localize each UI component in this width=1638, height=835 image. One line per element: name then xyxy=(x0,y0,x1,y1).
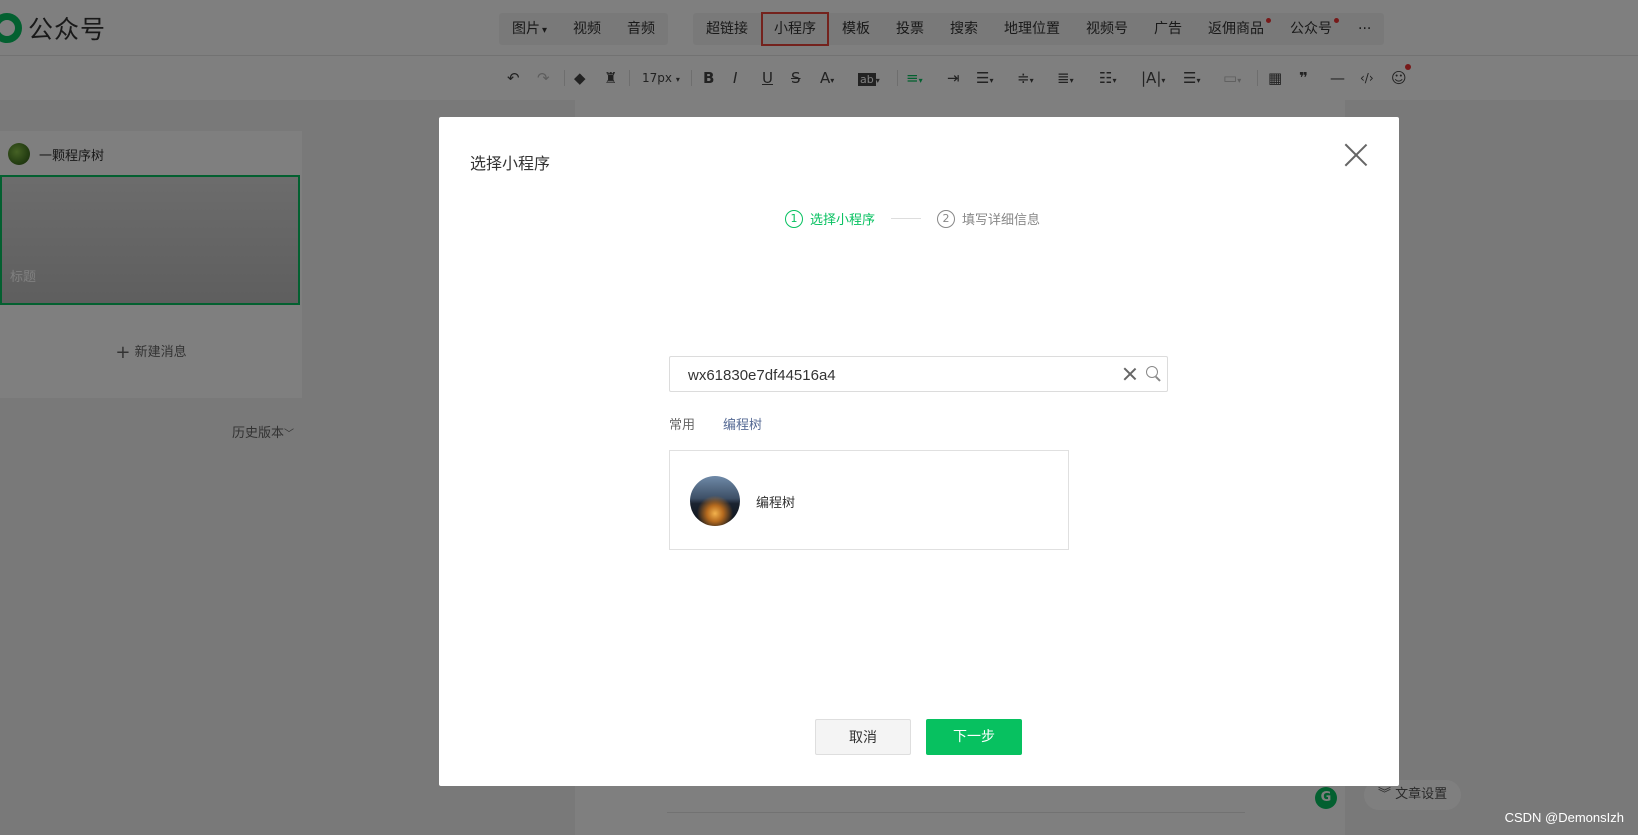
csdn-watermark: CSDN @DemonsIzh xyxy=(1504,810,1624,825)
next-step-button[interactable]: 下一步 xyxy=(926,719,1022,755)
miniprogram-search-input[interactable] xyxy=(686,357,1110,393)
close-icon[interactable] xyxy=(1343,142,1369,168)
step-label: 填写详细信息 xyxy=(962,213,1041,228)
tab-frequent[interactable]: 常用 xyxy=(669,414,695,433)
cancel-button[interactable]: 取消 xyxy=(815,719,911,755)
step-label: 选择小程序 xyxy=(810,213,876,228)
clear-icon[interactable] xyxy=(1121,365,1139,383)
miniprogram-avatar xyxy=(690,476,740,526)
miniprogram-result-card[interactable]: 编程树 xyxy=(669,450,1069,550)
step-1: 1 选择小程序 xyxy=(785,209,875,228)
miniprogram-search-box xyxy=(669,356,1168,393)
step-connector xyxy=(891,218,922,219)
select-miniprogram-dialog: 选择小程序 1 选择小程序 2 填写详细信息 常用 编程树 编程树 取消 下一步 xyxy=(439,117,1399,786)
step-indicator: 1 选择小程序 2 填写详细信息 xyxy=(785,209,1040,228)
miniprogram-tabs: 常用 编程树 xyxy=(669,414,790,433)
dialog-title: 选择小程序 xyxy=(470,154,551,173)
search-icon[interactable] xyxy=(1145,365,1163,383)
tab-search-result[interactable]: 编程树 xyxy=(723,414,762,433)
step-number: 2 xyxy=(937,209,956,228)
miniprogram-name: 编程树 xyxy=(756,496,796,511)
step-2: 2 填写详细信息 xyxy=(937,209,1040,228)
step-number: 1 xyxy=(785,209,803,228)
